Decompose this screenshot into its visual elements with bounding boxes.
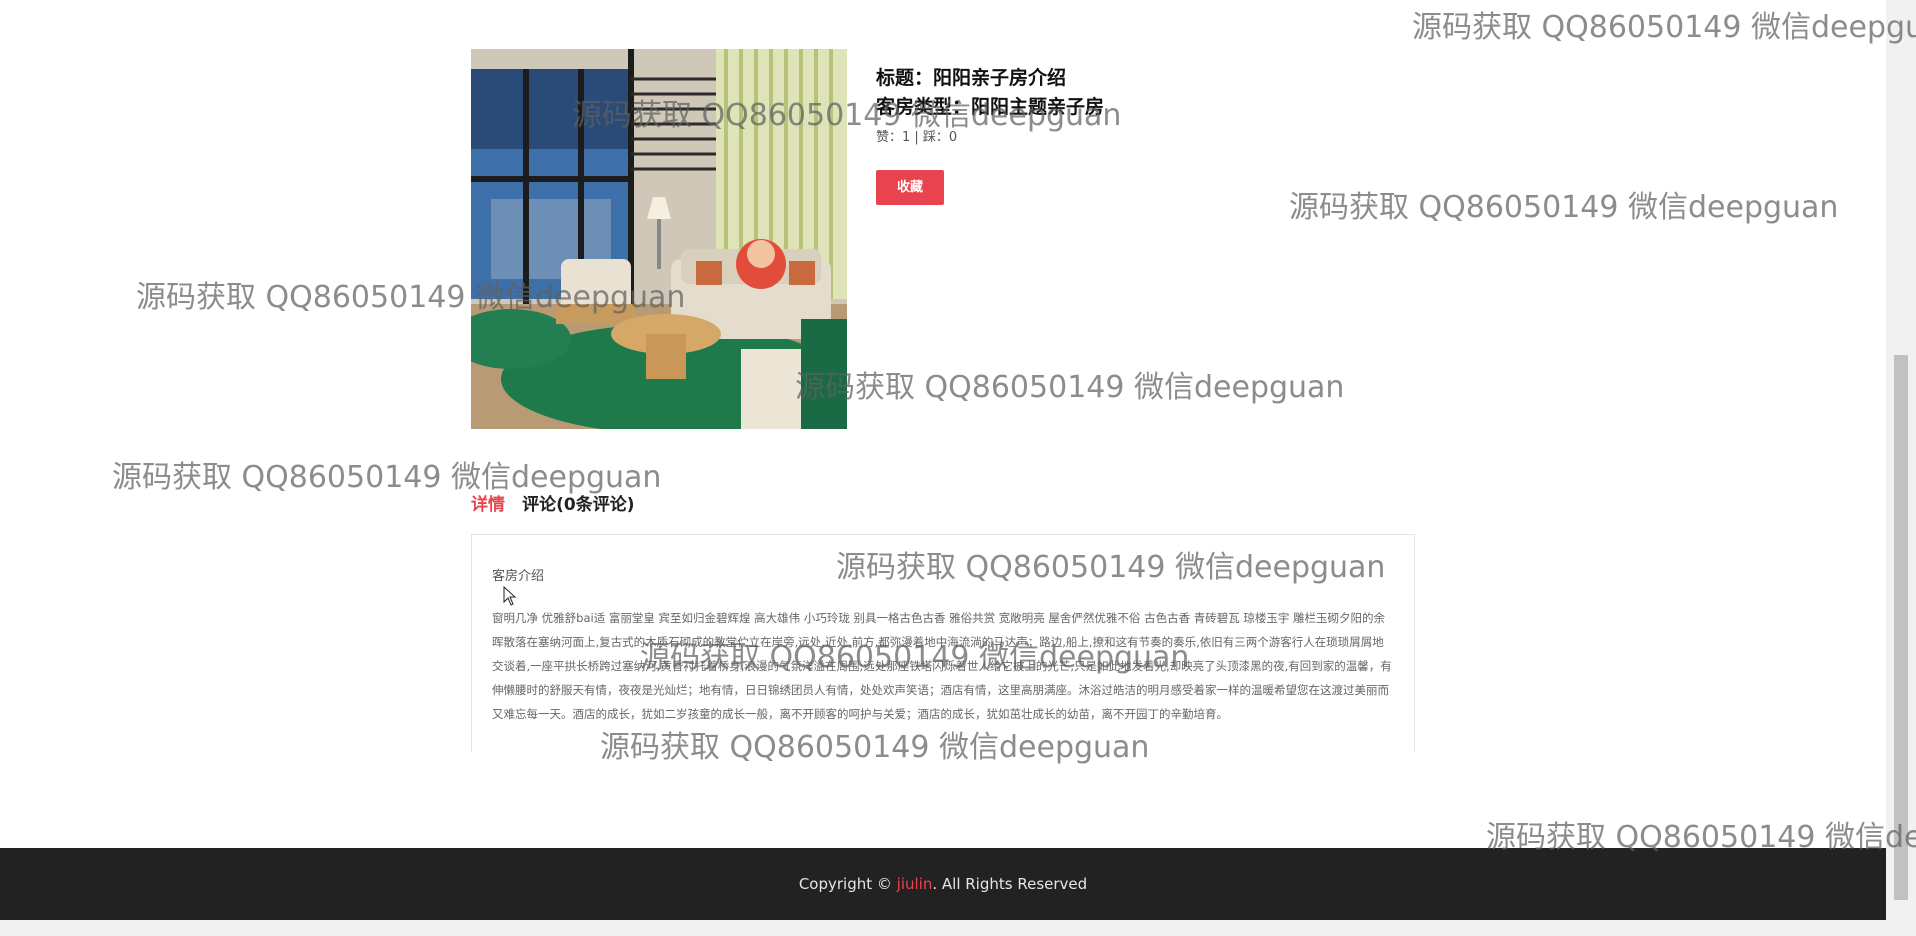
room-info: 标题：阳阳亲子房介绍 客房类型：阳阳主题亲子房 赞：1 | 踩：0 收藏 — [876, 64, 1396, 205]
footer-brand-link[interactable]: jiulin — [897, 875, 933, 893]
tab-comments[interactable]: 评论(0条评论) — [522, 490, 634, 515]
collect-button[interactable]: 收藏 — [876, 170, 944, 205]
room-photo — [471, 49, 847, 429]
mouse-cursor-icon — [503, 586, 517, 606]
detail-tabs: 详情 评论(0条评论) — [471, 490, 646, 515]
vertical-scrollbar[interactable] — [1886, 0, 1916, 920]
vertical-scrollbar-thumb[interactable] — [1894, 355, 1908, 900]
details-body: 窗明几净 优雅舒bai适 富丽堂皇 宾至如归金碧辉煌 高大雄伟 小巧玲珑 别具一… — [492, 611, 1392, 721]
room-title: 标题：阳阳亲子房介绍 — [876, 67, 1067, 89]
details-heading: 客房介绍 — [492, 569, 545, 584]
watermark: 源码获取 QQ86050149 微信deepguan — [1412, 10, 1916, 45]
horizontal-scrollbar[interactable] — [0, 920, 1916, 936]
vote-counts: 赞：1 | 踩：0 — [876, 130, 958, 145]
footer: Copyright © jiulin. All Rights Reserved — [0, 848, 1886, 920]
copyright-suffix: . All Rights Reserved — [932, 875, 1088, 893]
tab-details[interactable]: 详情 — [471, 490, 505, 515]
watermark: 源码获取 QQ86050149 微信deepguan — [795, 370, 1345, 405]
page: 标题：阳阳亲子房介绍 客房类型：阳阳主题亲子房 赞：1 | 踩：0 收藏 详情 … — [0, 0, 1916, 936]
details-panel: 客房介绍 窗明几净 优雅舒bai适 富丽堂皇 宾至如归金碧辉煌 高大雄伟 小巧玲… — [471, 534, 1415, 752]
copyright-prefix: Copyright © — [798, 875, 897, 893]
room-type: 客房类型：阳阳主题亲子房 — [876, 96, 1105, 118]
